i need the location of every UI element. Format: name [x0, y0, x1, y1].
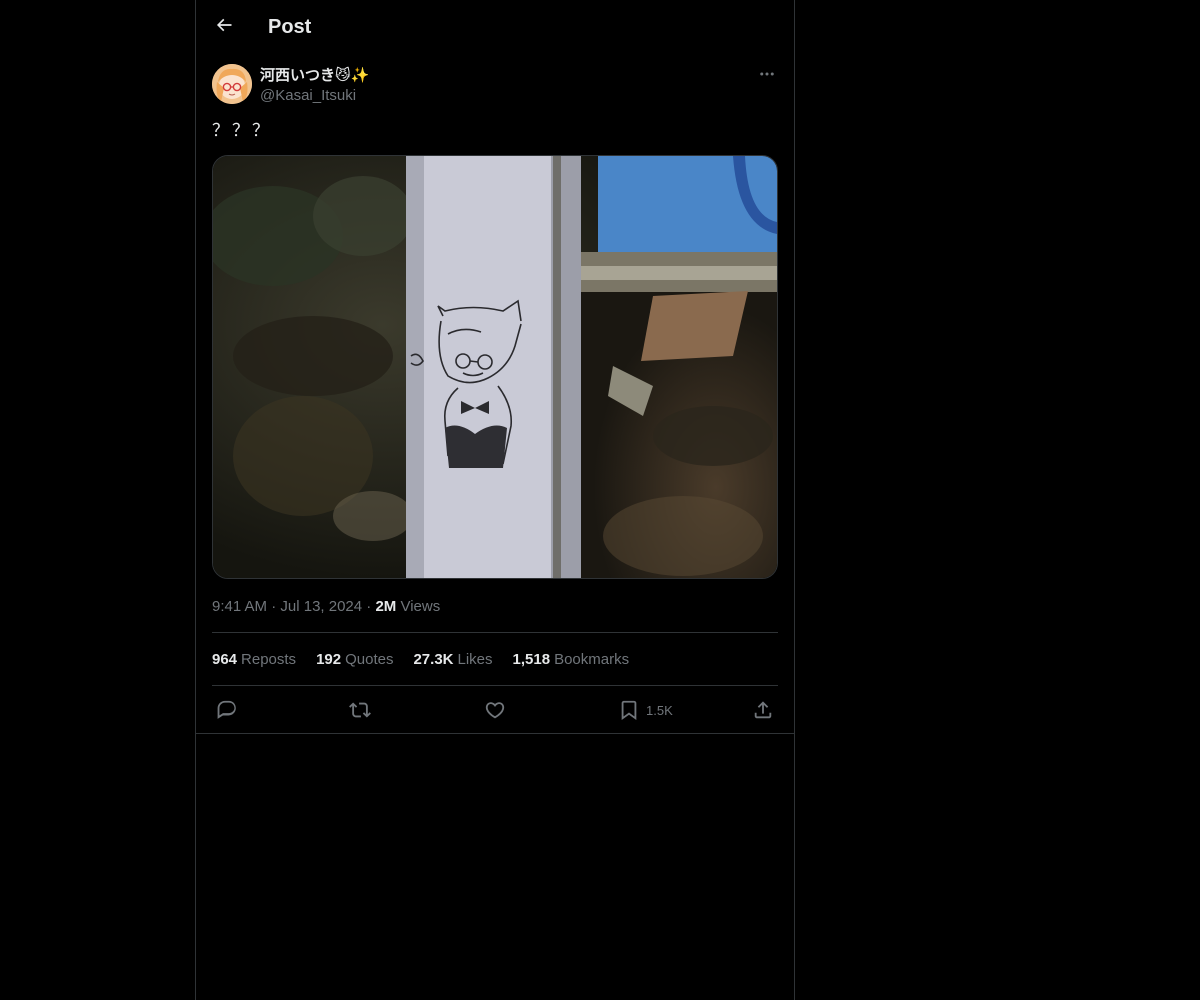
post-image[interactable]	[212, 155, 778, 579]
photo-graffiti-on-post	[213, 156, 777, 578]
bookmark-icon	[618, 699, 640, 721]
arrow-left-icon	[214, 15, 234, 40]
bookmarks-count: 1,518	[512, 651, 551, 668]
author-handle[interactable]: @Kasai_Itsuki	[260, 86, 369, 106]
bookmarks-stat[interactable]: 1,518 Bookmarks	[513, 650, 630, 670]
post-date[interactable]: Jul 13, 2024	[280, 598, 362, 615]
share-button[interactable]	[752, 698, 774, 722]
display-name-text: 河西いつき	[260, 67, 336, 84]
post-stats: 964 Reposts 192 Quotes 27.3K Likes 1,518 Boo…	[212, 650, 629, 670]
more-options-button[interactable]	[756, 65, 778, 87]
bookmark-count: 1.5K	[646, 702, 673, 718]
quotes-stat[interactable]: 192 Quotes	[316, 650, 393, 670]
post-time[interactable]: 9:41 AM	[212, 598, 267, 615]
divider	[212, 632, 778, 633]
share-icon	[752, 699, 774, 721]
divider	[212, 685, 778, 686]
post-bottom-divider	[196, 733, 794, 734]
post-actions: 1.5K	[212, 698, 778, 722]
separator-dot: ·	[271, 598, 281, 615]
heart-icon	[484, 699, 506, 721]
likes-count: 27.3K	[413, 651, 454, 668]
top-bar: Post	[196, 0, 794, 53]
quotes-count: 192	[316, 651, 342, 668]
back-button[interactable]	[207, 10, 241, 44]
reply-button[interactable]	[216, 698, 238, 722]
views-count: 2M	[375, 598, 397, 615]
author-display-name[interactable]: 河西いつき 😼✨	[260, 66, 369, 86]
repost-icon	[349, 699, 371, 721]
bookmark-button[interactable]: 1.5K	[618, 698, 673, 722]
likes-stat[interactable]: 27.3K Likes	[413, 650, 492, 670]
views-label: Views	[400, 598, 441, 615]
reply-icon	[216, 699, 238, 721]
quotes-label: Quotes	[345, 651, 394, 668]
more-dots-icon	[758, 65, 776, 88]
likes-label: Likes	[457, 651, 493, 668]
reposts-stat[interactable]: 964 Reposts	[212, 650, 296, 670]
display-name-emoji: 😼✨	[335, 67, 370, 84]
avatar[interactable]	[212, 64, 252, 104]
reposts-label: Reposts	[241, 651, 297, 668]
reposts-count: 964	[212, 651, 238, 668]
primary-column: Post 河西いつき 😼✨ @Kasai_Itsuki ？？？ 9:41 AM …	[195, 0, 795, 1000]
repost-button[interactable]	[349, 698, 371, 722]
page-title: Post	[268, 16, 312, 38]
post-meta: 9:41 AM · Jul 13, 2024 · 2M Views	[212, 597, 440, 617]
bookmarks-label: Bookmarks	[554, 651, 630, 668]
author-info: 河西いつき 😼✨ @Kasai_Itsuki	[260, 66, 369, 106]
post-text: ？？？	[212, 121, 272, 140]
like-button[interactable]	[484, 698, 506, 722]
